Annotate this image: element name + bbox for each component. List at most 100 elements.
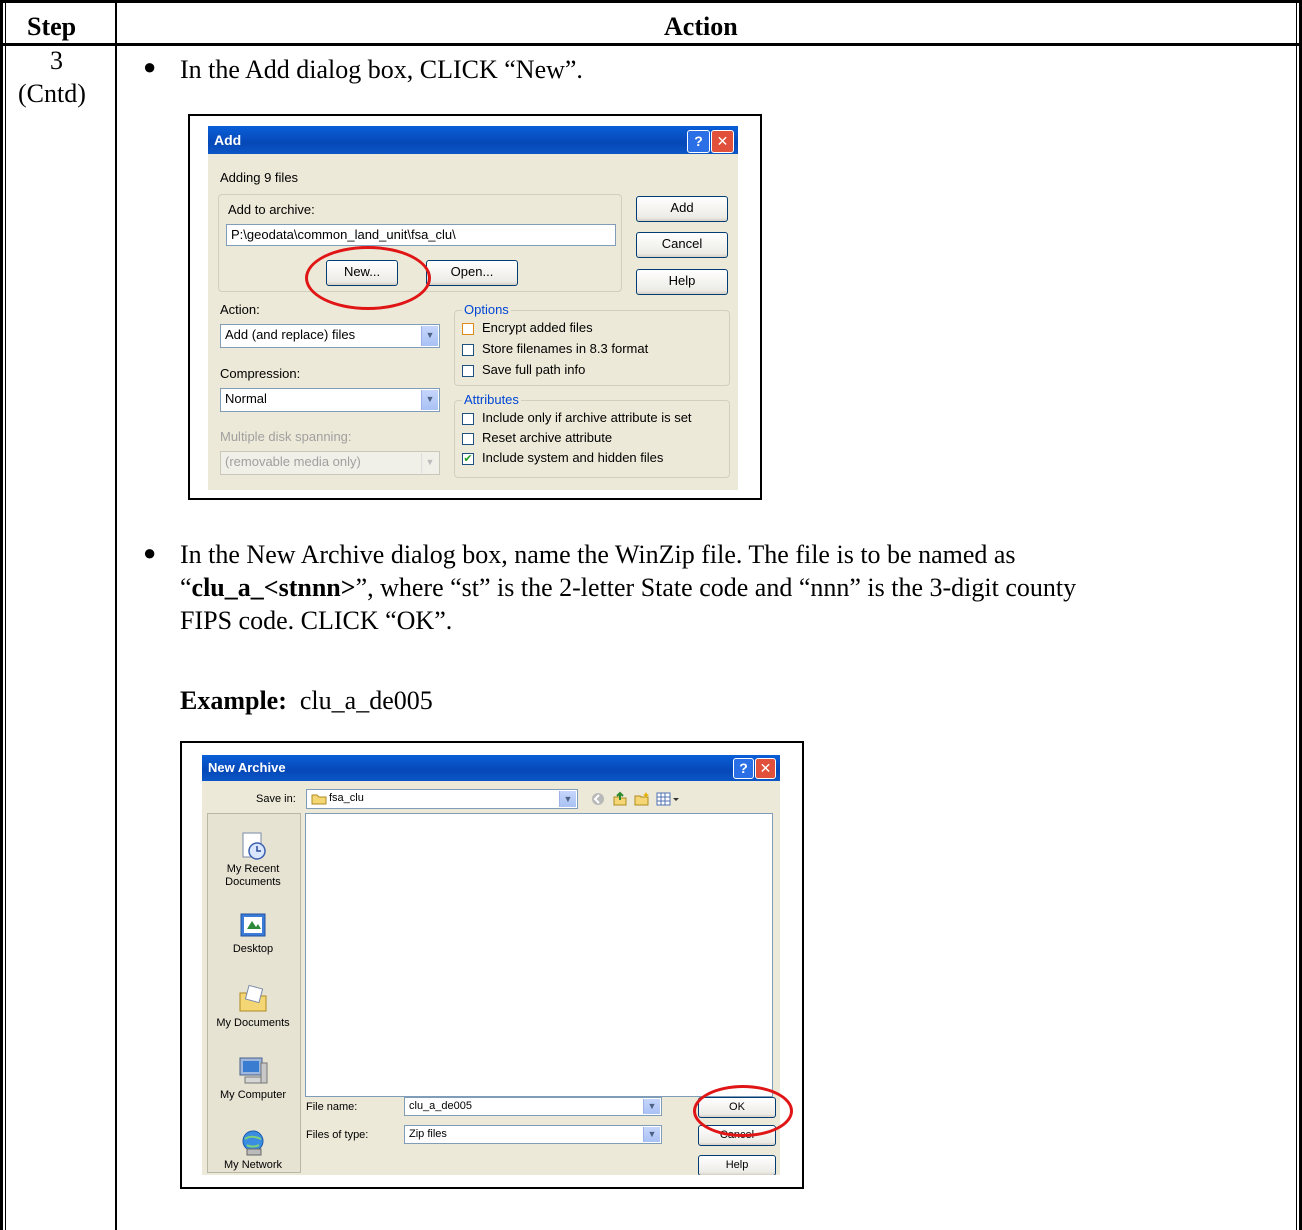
add-button[interactable]: Add xyxy=(636,196,728,222)
new-archive-screenshot: New Archive ? ✕ Save in: fsa_clu ▼ My Re… xyxy=(180,741,804,1189)
reset-attr-checkbox[interactable] xyxy=(462,433,474,445)
chevron-down-icon[interactable]: ▼ xyxy=(421,390,438,410)
up-folder-icon[interactable] xyxy=(612,791,628,807)
file-list-area[interactable] xyxy=(305,813,773,1097)
new-archive-title: New Archive xyxy=(208,760,286,775)
adding-files-label: Adding 9 files xyxy=(220,170,299,185)
places-label: My Recent Documents xyxy=(225,863,281,888)
file-name-input[interactable]: clu_a_de005 ▼ xyxy=(404,1097,662,1116)
places-label: Desktop xyxy=(232,943,274,955)
archive-path-input[interactable]: P:\geodata\common_land_unit\fsa_clu\ xyxy=(226,224,616,246)
new-button-highlight-circle xyxy=(305,246,431,310)
folder-icon xyxy=(311,794,327,805)
header-divider xyxy=(0,43,1302,46)
places-my-documents[interactable]: My Documents xyxy=(207,983,299,1030)
archive-attr-checkbox[interactable] xyxy=(462,413,474,425)
store-83-label: Store filenames in 8.3 format xyxy=(482,341,649,356)
bullet-dot: ● xyxy=(143,54,157,79)
help-button[interactable]: Help xyxy=(636,269,728,295)
places-my-recent-documents[interactable]: My Recent Documents xyxy=(207,831,299,889)
views-menu-icon[interactable] xyxy=(656,791,680,807)
column-divider xyxy=(115,0,117,1230)
save-in-label: Save in: xyxy=(256,793,296,805)
bullet2-line2-rest: ”, where “st” is the 2-letter State code… xyxy=(355,573,1077,602)
add-dialog-titlebar: Add ? ✕ xyxy=(208,126,738,154)
bullet2-line2: “clu_a_<stnnn>”, where “st” is the 2-let… xyxy=(180,571,1076,604)
action-select[interactable]: Add (and replace) files ▼ xyxy=(220,324,440,348)
cancel-button[interactable]: Cancel xyxy=(636,232,728,258)
action-value: Add (and replace) files xyxy=(225,327,356,342)
open-button[interactable]: Open... xyxy=(426,260,518,286)
chevron-down-icon[interactable]: ▼ xyxy=(421,326,438,346)
files-of-type-label: Files of type: xyxy=(306,1129,369,1141)
add-dialog-screenshot: Add ? ✕ Adding 9 files Add to archive: P… xyxy=(188,114,762,500)
attributes-label: Attributes xyxy=(462,392,521,407)
help-icon[interactable]: ? xyxy=(687,130,710,153)
chevron-down-icon[interactable]: ▼ xyxy=(643,1099,660,1114)
compression-select[interactable]: Normal ▼ xyxy=(220,388,440,412)
help-button[interactable]: Help xyxy=(698,1155,776,1175)
step-continued: (Cntd) xyxy=(18,79,86,108)
my-network-icon xyxy=(242,1130,264,1156)
spanning-select: (removable media only) ▼ xyxy=(220,451,440,475)
places-label: My Computer xyxy=(219,1089,287,1101)
file-name-label: File name: xyxy=(306,1101,358,1113)
add-to-archive-label: Add to archive: xyxy=(228,202,315,217)
desktop-icon xyxy=(240,913,266,937)
close-icon[interactable]: ✕ xyxy=(711,130,734,153)
recent-documents-icon xyxy=(242,832,266,860)
full-path-checkbox[interactable] xyxy=(462,365,474,377)
add-dialog: Add ? ✕ Adding 9 files Add to archive: P… xyxy=(208,126,738,490)
files-of-type-value: Zip files xyxy=(409,1128,447,1140)
action-label: Action: xyxy=(220,302,260,317)
save-in-select[interactable]: fsa_clu ▼ xyxy=(306,789,578,809)
encrypt-label: Encrypt added files xyxy=(482,320,593,335)
ok-button-highlight-circle xyxy=(693,1085,793,1137)
table-border-left xyxy=(0,0,3,1230)
example-value: clu_a_de005 xyxy=(299,686,433,715)
table-border-top xyxy=(0,0,1302,3)
places-my-network[interactable]: My Network xyxy=(207,1129,299,1172)
back-icon[interactable] xyxy=(590,791,606,807)
spanning-label: Multiple disk spanning: xyxy=(220,429,352,444)
action-column-header: Action xyxy=(664,12,738,41)
places-label: My Documents xyxy=(216,1017,290,1029)
close-icon[interactable]: ✕ xyxy=(755,758,776,779)
spanning-value: (removable media only) xyxy=(225,454,361,469)
store-83-checkbox[interactable] xyxy=(462,344,474,356)
options-label: Options xyxy=(462,302,511,317)
add-dialog-title: Add xyxy=(214,132,242,148)
archive-name-pattern: clu_a_<stnnn> xyxy=(191,573,356,602)
reset-attr-label: Reset archive attribute xyxy=(482,430,613,445)
places-my-computer[interactable]: My Computer xyxy=(207,1055,299,1102)
places-label: My Network xyxy=(223,1159,283,1171)
table-border-right-inner xyxy=(1296,0,1297,1230)
save-in-value: fsa_clu xyxy=(329,792,364,804)
full-path-label: Save full path info xyxy=(482,362,586,377)
step-number: 3 xyxy=(50,46,63,75)
open-quote: “ xyxy=(180,573,192,602)
chevron-down-icon[interactable]: ▼ xyxy=(559,791,576,807)
bullet1-text: In the Add dialog box, CLICK “New”. xyxy=(180,55,583,84)
system-hidden-checkbox[interactable]: ✔ xyxy=(462,453,474,465)
new-folder-icon[interactable] xyxy=(634,791,650,807)
compression-value: Normal xyxy=(225,391,267,406)
encrypt-checkbox[interactable] xyxy=(462,323,474,335)
chevron-down-icon[interactable]: ▼ xyxy=(643,1127,660,1142)
chevron-down-icon: ▼ xyxy=(421,453,438,473)
bullet-dot: ● xyxy=(143,540,157,565)
example-label: Example: xyxy=(180,686,287,715)
bullet2-line1: In the New Archive dialog box, name the … xyxy=(180,540,1016,569)
table-border-left-inner xyxy=(5,0,6,1230)
new-archive-titlebar: New Archive ? ✕ xyxy=(202,755,780,781)
step-column-header: Step xyxy=(27,12,77,41)
example-line: Example: clu_a_de005 xyxy=(180,684,433,717)
my-documents-icon xyxy=(239,984,267,1012)
my-computer-icon xyxy=(239,1057,268,1084)
files-of-type-select[interactable]: Zip files ▼ xyxy=(404,1125,662,1144)
bullet2-line3: FIPS code. CLICK “OK”. xyxy=(180,606,453,635)
help-icon[interactable]: ? xyxy=(733,758,754,779)
file-name-value: clu_a_de005 xyxy=(409,1100,473,1112)
system-hidden-label: Include system and hidden files xyxy=(482,450,664,465)
places-desktop[interactable]: Desktop xyxy=(207,911,299,956)
